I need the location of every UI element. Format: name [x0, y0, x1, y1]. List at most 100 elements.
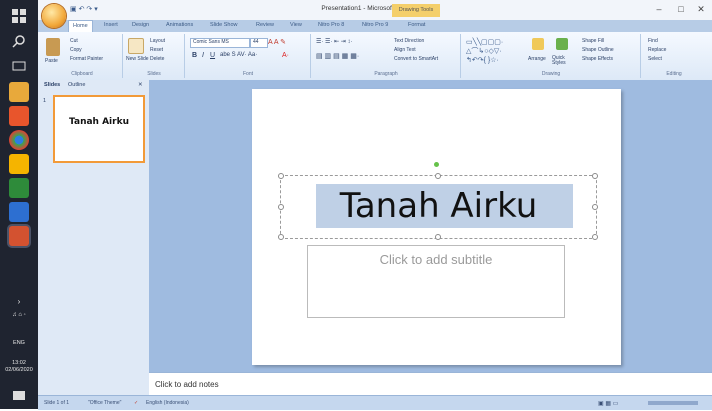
layout-button[interactable]: Layout: [150, 38, 165, 44]
convert-smartart-button[interactable]: Convert to SmartArt: [394, 56, 438, 62]
powerpoint-app-icon[interactable]: [9, 226, 29, 246]
tab-slides-panel[interactable]: Slides: [44, 82, 60, 88]
tab-home[interactable]: Home: [68, 20, 93, 32]
subtitle-placeholder[interactable]: Click to add subtitle: [307, 245, 565, 318]
tray-chevron-icon[interactable]: ›: [0, 298, 38, 306]
align-buttons[interactable]: ▤ ▥ ▤ ▦ ▦·: [316, 52, 359, 60]
underline-button[interactable]: U: [210, 52, 215, 59]
notification-icon[interactable]: [9, 386, 29, 406]
text-direction-button[interactable]: Text Direction: [394, 38, 424, 44]
tab-view[interactable]: View: [290, 22, 302, 28]
new-slide-icon[interactable]: [128, 38, 144, 54]
select-button[interactable]: Select: [648, 56, 662, 62]
window-title: Presentation1 - Microsoft PowerPoint: [321, 5, 429, 12]
resize-handle[interactable]: [592, 173, 598, 179]
store-app-icon[interactable]: [9, 178, 29, 198]
slide-number: 1: [43, 98, 47, 104]
tab-review[interactable]: Review: [256, 22, 274, 28]
slide-workspace: Tanah Airku Click to add subtitle: [149, 80, 712, 372]
cut-button[interactable]: Cut: [70, 38, 78, 44]
font-color-icon[interactable]: A·: [282, 52, 289, 59]
zoom-slider[interactable]: [648, 401, 698, 405]
tab-insert[interactable]: Insert: [104, 22, 118, 28]
ribbon-tabs: Home Insert Design Animations Slide Show…: [38, 20, 712, 32]
tray-time[interactable]: 13:02: [0, 360, 38, 367]
tab-outline-panel[interactable]: Outline: [68, 82, 85, 88]
tab-slide-show[interactable]: Slide Show: [210, 22, 238, 28]
font-group: Comic Sans MS 44 A A ✎ B I U abe S AV· A…: [186, 34, 311, 78]
tray-language[interactable]: ENG: [0, 340, 38, 347]
shape-effects-button[interactable]: Shape Effects: [582, 56, 613, 62]
app-icon-blue[interactable]: [9, 202, 29, 222]
font-grow-shrink-icons[interactable]: A A ✎: [268, 38, 286, 46]
notes-placeholder: Click to add notes: [155, 380, 219, 389]
tray-date[interactable]: 02/06/2020: [0, 367, 38, 374]
arrange-button[interactable]: Arrange: [528, 56, 546, 62]
paste-button[interactable]: Paste: [45, 58, 58, 64]
search-icon[interactable]: [9, 32, 29, 52]
font-name-select[interactable]: Comic Sans MS: [190, 38, 250, 48]
list-buttons[interactable]: ☰· ☰· ⇤ ⇥ ↕·: [316, 38, 352, 45]
pinned-app-icon[interactable]: [9, 154, 29, 174]
tab-design[interactable]: Design: [132, 22, 149, 28]
font-format-icons[interactable]: abe S AV· Aa·: [220, 52, 257, 58]
close-button[interactable]: ✕: [694, 2, 708, 16]
folder-app-icon[interactable]: [9, 82, 29, 102]
format-painter-button[interactable]: Format Painter: [70, 56, 103, 62]
title-placeholder[interactable]: Tanah Airku: [278, 173, 598, 240]
rotation-handle[interactable]: [434, 162, 439, 167]
minimize-button[interactable]: –: [652, 2, 666, 16]
reset-button[interactable]: Reset: [150, 47, 163, 53]
tab-animations[interactable]: Animations: [166, 22, 193, 28]
italic-button[interactable]: I: [202, 52, 204, 59]
resize-handle[interactable]: [592, 234, 598, 240]
drawing-group: ▭╲╲▢▢▢· △⌒↳○◇▽· ↰↶↷{ }☆· Arrange Quick Sty…: [462, 34, 641, 78]
notes-pane[interactable]: Click to add notes: [149, 372, 712, 396]
arrange-icon[interactable]: [532, 38, 544, 50]
tray-icons[interactable]: ♫ ⌂ ◦: [0, 312, 38, 319]
windows-start-icon[interactable]: [9, 6, 29, 26]
resize-handle[interactable]: [278, 173, 284, 179]
clipboard-label: Clipboard: [71, 71, 93, 77]
paste-icon[interactable]: [46, 38, 60, 56]
tab-nitro-pro-9[interactable]: Nitro Pro 9: [362, 22, 388, 28]
task-view-icon[interactable]: [9, 56, 29, 76]
status-bar: Slide 1 of 1 "Office Theme" ✓ English (I…: [38, 395, 712, 410]
office-button[interactable]: [42, 4, 66, 28]
office-app-icon[interactable]: [9, 106, 29, 126]
resize-handle[interactable]: [278, 234, 284, 240]
shape-outline-button[interactable]: Shape Outline: [582, 47, 614, 53]
taskbar: › ♫ ⌂ ◦ ENG 13:02 02/06/2020: [0, 0, 38, 409]
view-buttons[interactable]: ▣ ▦ ▭: [598, 400, 618, 407]
language-indicator[interactable]: English (Indonesia): [146, 400, 189, 406]
ribbon: Paste Cut Copy Format Painter Clipboard …: [38, 32, 712, 81]
spell-check-icon[interactable]: ✓: [134, 400, 138, 406]
new-slide-button[interactable]: New Slide: [126, 56, 149, 62]
resize-handle[interactable]: [435, 173, 441, 179]
shapes-gallery[interactable]: ▭╲╲▢▢▢· △⌒↳○◇▽· ↰↶↷{ }☆·: [466, 38, 503, 64]
copy-button[interactable]: Copy: [70, 47, 82, 53]
chrome-app-icon[interactable]: [9, 130, 29, 150]
slide-thumbnail[interactable]: Tanah Airku: [53, 95, 145, 163]
drawing-tools-context: Drawing Tools: [392, 4, 440, 17]
shape-fill-button[interactable]: Shape Fill: [582, 38, 604, 44]
title-bar: ▣ ↶ ↷ ▾ Presentation1 - Microsoft PowerP…: [38, 0, 712, 20]
delete-button[interactable]: Delete: [150, 56, 164, 62]
tab-nitro-pro-8[interactable]: Nitro Pro 8: [318, 22, 344, 28]
font-size-select[interactable]: 44: [250, 38, 268, 48]
close-panel-icon[interactable]: ✕: [138, 82, 143, 88]
slides-panel: Slides Outline ✕ 1 Tanah Airku: [38, 80, 150, 395]
find-button[interactable]: Find: [648, 38, 658, 44]
resize-handle[interactable]: [435, 234, 441, 240]
maximize-button[interactable]: □: [674, 2, 688, 16]
slide-canvas[interactable]: Tanah Airku Click to add subtitle: [252, 89, 621, 365]
replace-button[interactable]: Replace: [648, 47, 666, 53]
slides-label: Slides: [147, 71, 161, 77]
quick-styles-icon[interactable]: [556, 38, 568, 50]
tab-format[interactable]: Format: [408, 22, 425, 28]
align-text-button[interactable]: Align Text: [394, 47, 416, 53]
bold-button[interactable]: B: [192, 52, 197, 59]
powerpoint-window: ▣ ↶ ↷ ▾ Presentation1 - Microsoft PowerP…: [38, 0, 712, 410]
quick-styles-button[interactable]: Quick Styles: [552, 56, 576, 66]
slide-title[interactable]: Tanah Airku: [281, 184, 596, 228]
